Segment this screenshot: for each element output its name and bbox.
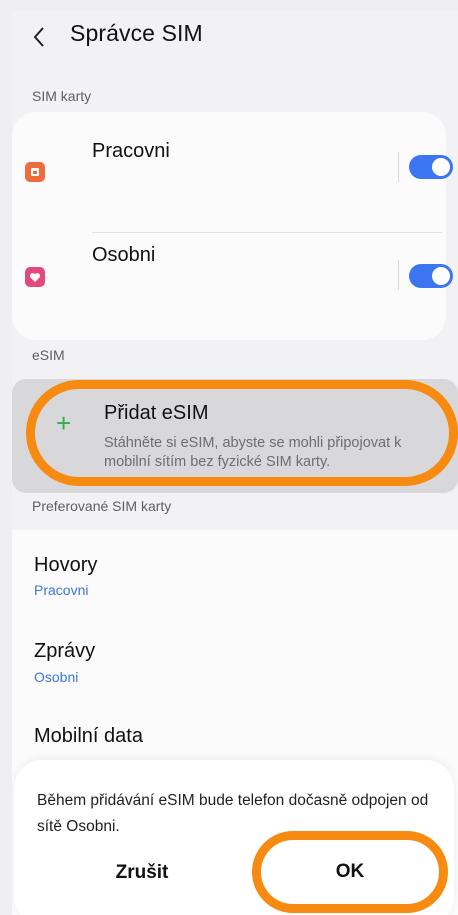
add-esim-title: Přidat eSIM [104, 402, 209, 424]
item-value: Pracovni [34, 582, 89, 598]
settings-screen: Správce SIM SIM karty Pracovni Osobni eS… [12, 10, 458, 915]
app-header: Správce SIM [12, 10, 458, 58]
esim-section-label: eSIM [32, 347, 65, 363]
sim-row-pracovni[interactable]: Pracovni [12, 112, 453, 218]
divider [398, 152, 399, 182]
heart-sim-icon [25, 267, 45, 287]
row-separator [92, 232, 442, 233]
item-title: Hovory [34, 554, 98, 576]
preferred-section-label: Preferované SIM karty [32, 498, 172, 514]
sim-section-label: SIM karty [32, 88, 92, 104]
chevron-left-icon [33, 27, 44, 47]
sim-toggle-osobni[interactable] [409, 264, 453, 288]
ok-button[interactable]: OK [261, 840, 439, 904]
back-button[interactable] [26, 24, 52, 50]
divider [398, 260, 399, 290]
page-title: Správce SIM [70, 20, 203, 46]
sim-card-icon [25, 162, 45, 182]
sim-name: Pracovni [92, 140, 170, 162]
item-value: Osobni [34, 669, 79, 685]
item-title: Mobilní data [34, 725, 143, 747]
add-esim-description: Stáhněte si eSIM, abyste se mohli připoj… [104, 435, 402, 470]
sim-card-list: Pracovni Osobni [12, 112, 453, 340]
item-title: Zprávy [34, 640, 96, 662]
plus-icon: + [56, 408, 72, 438]
sim-name: Osobni [92, 244, 156, 266]
sim-toggle-pracovni[interactable] [409, 155, 453, 179]
cancel-button[interactable]: Zrušit [52, 845, 232, 901]
sim-row-osobni[interactable]: Osobni [12, 224, 453, 330]
